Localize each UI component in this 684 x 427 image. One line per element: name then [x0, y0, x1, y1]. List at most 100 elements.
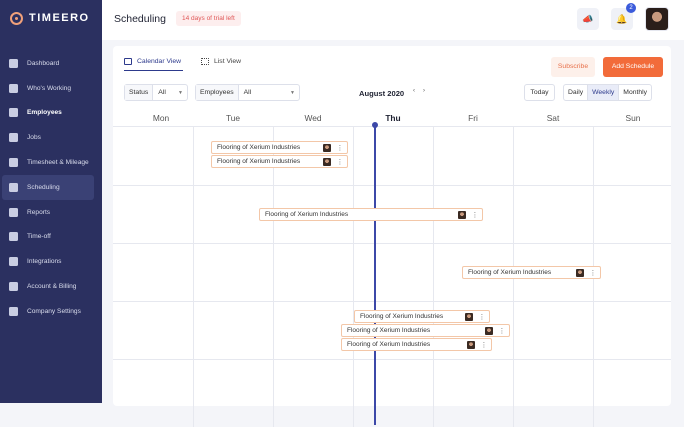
- shift-card[interactable]: Flooring of Xerium Industries ⋮: [341, 338, 492, 351]
- more-options-icon[interactable]: ⋮: [480, 341, 488, 349]
- status-filter[interactable]: Status All ▼: [124, 84, 188, 101]
- sidebar-nav: Dashboard Who's Working Employees Jobs T…: [0, 51, 102, 324]
- reports-icon: [9, 207, 18, 217]
- integrations-icon: [9, 257, 18, 267]
- day-header-mon: Mon: [152, 113, 170, 123]
- employees-icon: [9, 108, 18, 118]
- tab-list-view[interactable]: List View: [201, 58, 241, 65]
- trial-badge: 14 days of trial left: [176, 11, 241, 26]
- daily-view-button[interactable]: Daily: [564, 85, 589, 100]
- sidebar-item-label: Jobs: [27, 134, 41, 142]
- sidebar-item-account-billing[interactable]: Account & Billing: [0, 274, 95, 299]
- shift-card[interactable]: Flooring of Xerium Industries ⋮: [211, 155, 348, 168]
- sidebar-item-time-off[interactable]: Time-off: [0, 225, 95, 250]
- weekly-view-button[interactable]: Weekly: [588, 85, 620, 100]
- week-calendar: Mon Tue Wed Thu Fri Sat Sun Flooring of …: [113, 110, 671, 427]
- sidebar-item-jobs[interactable]: Jobs: [0, 125, 95, 150]
- next-month-button[interactable]: ›: [423, 88, 425, 94]
- more-options-icon[interactable]: ⋮: [471, 211, 479, 219]
- monthly-view-button[interactable]: Monthly: [619, 85, 651, 100]
- more-options-icon[interactable]: ⋮: [478, 313, 486, 321]
- sidebar-item-employees[interactable]: Employees: [0, 101, 95, 126]
- timesheet-icon: [9, 158, 18, 168]
- sidebar-item-whos-working[interactable]: Who's Working: [0, 76, 95, 101]
- view-mode-switch: Daily Weekly Monthly: [563, 84, 653, 101]
- logo[interactable]: TIMEERO: [10, 10, 90, 26]
- shift-card[interactable]: Flooring of Xerium Industries ⋮: [259, 208, 483, 221]
- more-options-icon[interactable]: ⋮: [498, 327, 506, 335]
- grid-line: [113, 301, 671, 302]
- employees-filter-label: Employees: [196, 85, 239, 100]
- sidebar-item-reports[interactable]: Reports: [0, 200, 95, 225]
- dashboard-icon: [9, 58, 18, 68]
- shift-name: Flooring of Xerium Industries: [217, 158, 301, 165]
- notifications-button[interactable]: 🔔 2: [611, 3, 636, 30]
- briefcase-icon: [9, 133, 18, 143]
- current-month: August 2020: [359, 89, 405, 98]
- more-options-icon[interactable]: ⋮: [336, 144, 344, 152]
- employee-avatar: [485, 326, 493, 335]
- sidebar-item-company-settings[interactable]: Company Settings: [0, 299, 95, 324]
- more-options-icon[interactable]: ⋮: [336, 158, 344, 166]
- grid-line: [113, 243, 671, 244]
- grid-line: [193, 127, 194, 427]
- today-button[interactable]: Today: [524, 84, 555, 101]
- employee-avatar: [465, 312, 473, 321]
- shift-card[interactable]: Flooring of Xerium Industries ⋮: [211, 141, 348, 154]
- day-header-sun: Sun: [625, 113, 641, 123]
- sidebar-item-scheduling[interactable]: Scheduling: [2, 174, 94, 200]
- shift-name: Flooring of Xerium Industries: [468, 269, 552, 276]
- calendar-icon: [9, 182, 18, 192]
- grid-line: [273, 127, 274, 427]
- sidebar-item-dashboard[interactable]: Dashboard: [0, 51, 95, 76]
- shift-card[interactable]: Flooring of Xerium Industries ⋮: [354, 310, 490, 323]
- chevron-down-icon: ▼: [290, 89, 295, 96]
- shift-name: Flooring of Xerium Industries: [217, 144, 301, 151]
- calendar-icon: [124, 58, 132, 65]
- sidebar-item-label: Company Settings: [27, 307, 81, 315]
- sidebar-item-label: Account & Billing: [27, 283, 77, 291]
- shift-name: Flooring of Xerium Industries: [347, 341, 431, 348]
- sidebar: TIMEERO Dashboard Who's Working Employee…: [0, 0, 102, 403]
- shift-card[interactable]: Flooring of Xerium Industries ⋮: [341, 324, 510, 337]
- user-avatar[interactable]: [645, 7, 669, 31]
- day-header-thu: Thu: [385, 113, 401, 123]
- billing-icon: [9, 282, 18, 292]
- sidebar-item-label: Dashboard: [27, 59, 60, 67]
- sidebar-item-label: Who's Working: [27, 84, 72, 92]
- grid-line: [113, 185, 671, 186]
- subscribe-button[interactable]: Subscribe: [551, 57, 595, 77]
- schedule-panel: Calendar View List View Subscribe Add Sc…: [113, 46, 671, 427]
- grid-line: [433, 127, 434, 427]
- employee-avatar: [576, 268, 584, 277]
- day-header-sat: Sat: [546, 113, 560, 123]
- day-header-wed: Wed: [304, 113, 322, 123]
- sidebar-item-label: Reports: [27, 208, 51, 216]
- current-time-line: [374, 125, 376, 425]
- more-options-icon[interactable]: ⋮: [589, 269, 597, 277]
- grid-line: [353, 127, 354, 427]
- sidebar-item-label: Scheduling: [27, 183, 60, 191]
- employees-filter-value: All: [243, 89, 252, 96]
- sidebar-item-integrations[interactable]: Integrations: [0, 249, 95, 274]
- map-icon: [9, 83, 18, 93]
- tab-calendar-view[interactable]: Calendar View: [124, 58, 181, 65]
- employee-avatar: [323, 157, 331, 166]
- time-off-icon: [9, 232, 18, 242]
- top-header: Scheduling 14 days of trial left 📣 🔔 2: [102, 0, 684, 40]
- add-schedule-button[interactable]: Add Schedule: [603, 57, 663, 77]
- sidebar-item-label: Integrations: [27, 258, 62, 266]
- shift-name: Flooring of Xerium Industries: [360, 313, 444, 320]
- bell-icon: 🔔: [616, 13, 628, 24]
- sidebar-item-timesheet[interactable]: Timesheet & Mileage: [0, 150, 95, 175]
- list-icon: [201, 58, 209, 65]
- brand-name: TIMEERO: [29, 12, 90, 24]
- sidebar-item-label: Employees: [27, 109, 62, 117]
- current-time-dot: [371, 122, 378, 128]
- announcements-button[interactable]: 📣: [577, 8, 599, 30]
- page-title: Scheduling: [114, 13, 166, 25]
- building-icon: [9, 306, 18, 316]
- employees-filter[interactable]: Employees All ▼: [195, 84, 300, 101]
- prev-month-button[interactable]: ‹: [413, 88, 415, 94]
- shift-card[interactable]: Flooring of Xerium Industries ⋮: [462, 266, 601, 279]
